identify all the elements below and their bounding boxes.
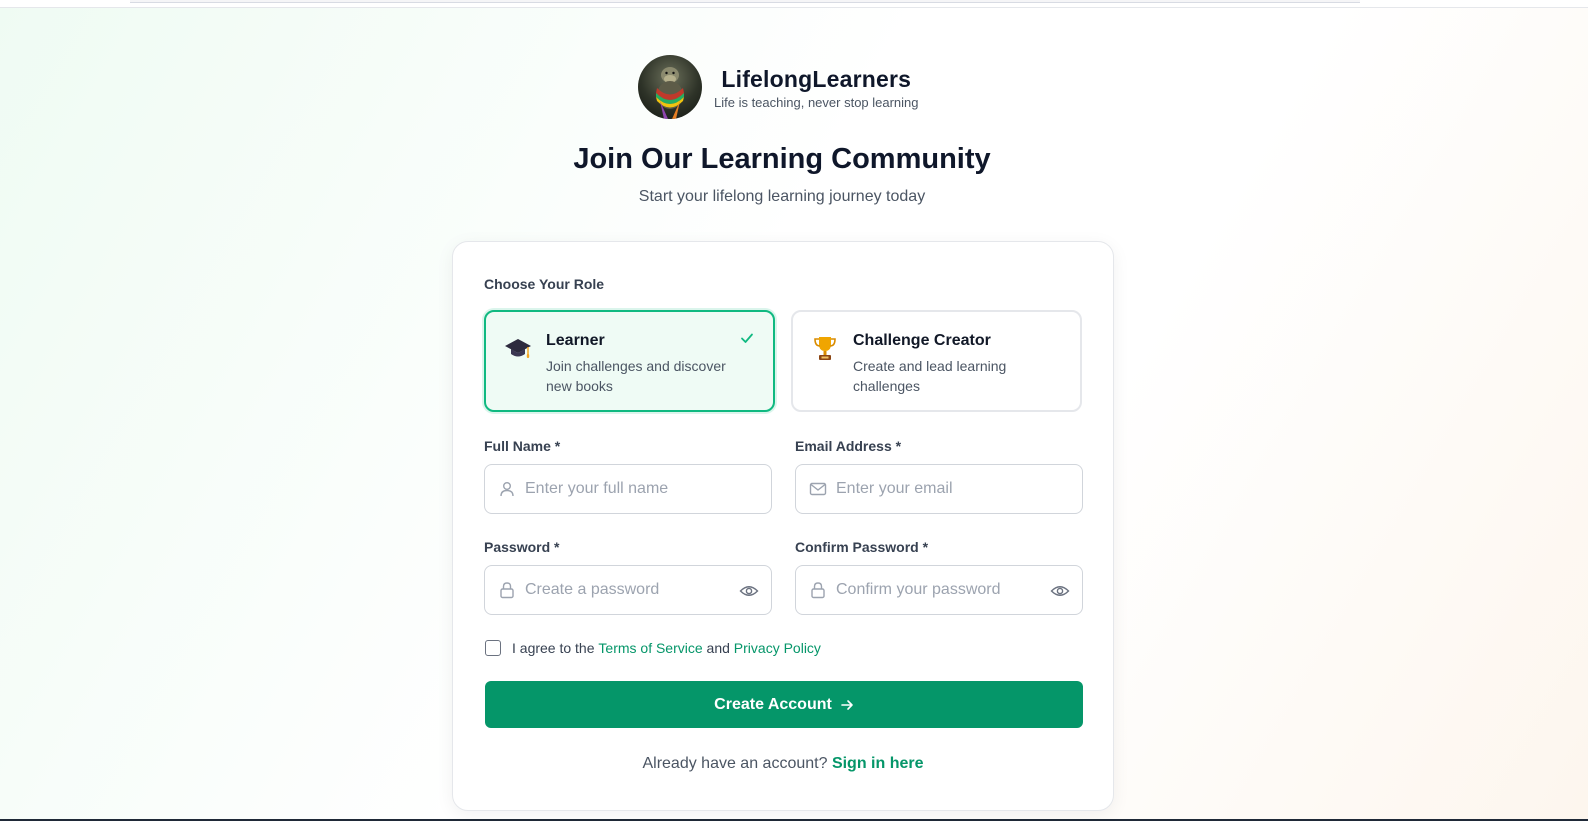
password-input[interactable] xyxy=(525,566,735,614)
password-field xyxy=(484,565,772,615)
lock-icon xyxy=(811,582,825,599)
agreement-prefix: I agree to the xyxy=(512,640,595,656)
full-name-field xyxy=(484,464,772,514)
arrow-right-icon xyxy=(841,699,853,710)
full-name-label: Full Name * xyxy=(484,438,561,454)
role-description: Join challenges and discover new books xyxy=(546,358,726,394)
page-title: Join Our Learning Community xyxy=(573,143,991,175)
trophy-icon xyxy=(814,337,836,360)
confirm-password-input[interactable] xyxy=(836,566,1046,614)
browser-top-bar xyxy=(0,0,1588,8)
sign-in-link[interactable]: Sign in here xyxy=(832,755,924,772)
show-password-eye-icon[interactable] xyxy=(739,581,759,601)
terms-agreement: I agree to the Terms of Service and Priv… xyxy=(485,640,821,656)
check-icon xyxy=(741,333,753,343)
create-account-button[interactable]: Create Account xyxy=(485,681,1083,728)
privacy-policy-link[interactable]: Privacy Policy xyxy=(734,640,821,656)
top-strip xyxy=(130,0,1360,3)
signin-text: Already have an account? xyxy=(642,755,828,772)
mail-icon xyxy=(809,482,827,496)
role-option-learner[interactable]: Learner Join challenges and discover new… xyxy=(484,310,775,412)
role-title: Challenge Creator xyxy=(853,332,991,349)
role-title: Learner xyxy=(546,332,605,349)
role-option-challenge-creator[interactable]: Challenge Creator Create and lead learni… xyxy=(791,310,1082,412)
create-account-label: Create Account xyxy=(714,695,832,713)
role-description: Create and lead learning challenges xyxy=(853,358,1007,394)
brand-name: LifelongLearners xyxy=(721,65,912,92)
agreement-and: and xyxy=(706,640,730,656)
role-section-label: Choose Your Role xyxy=(484,276,605,292)
confirm-password-field xyxy=(795,565,1083,615)
confirm-password-label: Confirm Password * xyxy=(795,539,929,555)
password-label: Password * xyxy=(484,539,560,555)
signin-prompt: Already have an account? Sign in here xyxy=(453,755,1113,773)
email-field xyxy=(795,464,1083,514)
terms-of-service-link[interactable]: Terms of Service xyxy=(598,640,702,656)
full-name-input[interactable] xyxy=(525,465,735,513)
brand-tagline: Life is teaching, never stop learning xyxy=(714,94,919,110)
graduation-cap-icon xyxy=(505,339,531,358)
page-subtitle: Start your lifelong learning journey tod… xyxy=(638,188,926,205)
scrollbar-track[interactable] xyxy=(1576,8,1588,821)
logo-otter-illustration xyxy=(656,67,684,119)
brand-logo xyxy=(638,55,702,119)
terms-checkbox[interactable] xyxy=(485,640,501,656)
show-confirm-password-eye-icon[interactable] xyxy=(1050,581,1070,601)
lock-icon xyxy=(500,582,514,599)
signup-card: Choose Your Role Learner Join challenges… xyxy=(452,241,1114,811)
brand-header: LifelongLearners Life is teaching, never… xyxy=(638,55,919,119)
email-input[interactable] xyxy=(836,465,1046,513)
user-icon xyxy=(500,482,514,497)
email-label: Email Address * xyxy=(795,438,902,454)
